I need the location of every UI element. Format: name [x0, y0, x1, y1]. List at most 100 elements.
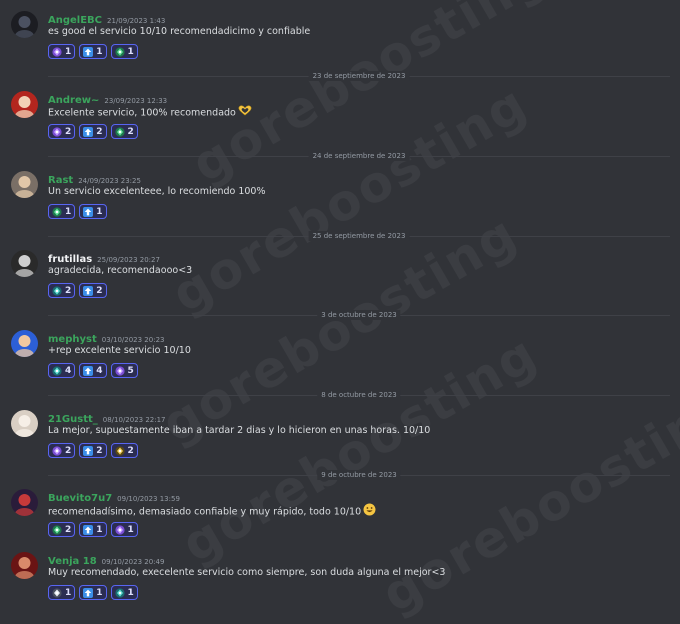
- blue-arrow-icon: [83, 206, 94, 217]
- message-content: Muy recomendado, execelente servicio com…: [48, 566, 445, 580]
- reaction-button[interactable]: 5: [110, 363, 138, 378]
- teal-rank-icon: [52, 365, 62, 376]
- purple-rank-icon: [114, 524, 125, 535]
- blue-arrow-icon: [83, 587, 94, 598]
- reaction-button[interactable]: 2: [48, 283, 76, 298]
- reaction-count: 1: [127, 46, 134, 57]
- date-divider: 9 de octubre de 2023: [48, 470, 670, 480]
- green-rank-icon: [52, 206, 62, 217]
- date-divider-label: 3 de octubre de 2023: [317, 310, 401, 320]
- message-text: recomendadísimo, demasiado confiable y m…: [48, 506, 362, 518]
- timestamp: 09/10/2023 20:49: [101, 558, 165, 566]
- message-text: es good el servicio 10/10 recomendadicim…: [48, 26, 311, 37]
- reaction-bar: 2 2 2: [48, 124, 138, 139]
- reaction-count: 1: [65, 587, 72, 598]
- reaction-button[interactable]: 1: [110, 522, 138, 537]
- reaction-count: 2: [127, 126, 134, 137]
- reaction-button[interactable]: 2: [110, 124, 138, 139]
- reaction-bar: 22: [48, 283, 107, 298]
- date-divider-label: 25 de septiembre de 2023: [308, 231, 410, 241]
- reaction-button[interactable]: 1: [79, 44, 107, 59]
- blue-arrow-icon: [83, 524, 94, 535]
- reaction-count: 1: [65, 46, 72, 57]
- date-divider: 3 de octubre de 2023: [48, 310, 670, 320]
- reaction-button[interactable]: 2: [79, 443, 107, 458]
- reaction-button[interactable]: 1: [48, 44, 76, 59]
- reaction-button[interactable]: 1: [79, 522, 107, 537]
- timestamp: 08/10/2023 22:17: [102, 416, 166, 424]
- reaction-bar: 2 2 2: [48, 443, 138, 458]
- date-divider-label: 24 de septiembre de 2023: [308, 151, 410, 161]
- message-content: Un servicio excelenteee, lo recomiendo 1…: [48, 185, 265, 199]
- reaction-button[interactable]: 1: [79, 585, 107, 600]
- sonic-avatar-icon[interactable]: [11, 330, 38, 357]
- dark-avatar-icon[interactable]: [11, 11, 38, 38]
- message-content: +rep excelente servicio 10/10: [48, 344, 191, 358]
- reaction-button[interactable]: 1: [110, 44, 138, 59]
- grin-emoji-icon: [363, 503, 376, 521]
- reaction-count: 2: [65, 285, 72, 296]
- reaction-bar: 1 1 1: [48, 44, 138, 59]
- reaction-button[interactable]: 4: [48, 363, 76, 378]
- reaction-button[interactable]: 1: [79, 204, 107, 219]
- face-avatar-icon[interactable]: [11, 171, 38, 198]
- timestamp: 24/09/2023 23:25: [78, 177, 141, 185]
- reaction-button[interactable]: 4: [79, 363, 107, 378]
- reaction-button[interactable]: 2: [79, 124, 107, 139]
- santa-avatar-icon[interactable]: [11, 91, 38, 118]
- reaction-count: 2: [65, 524, 72, 535]
- heart-hands-emoji-icon: [238, 105, 252, 121]
- reaction-button[interactable]: 2: [79, 283, 107, 298]
- date-divider: 23 de septiembre de 2023: [48, 71, 670, 81]
- yellow-rank-icon: [114, 445, 125, 456]
- reaction-count: 2: [96, 126, 103, 137]
- reaction-bar: 4 4 5: [48, 363, 138, 378]
- hero-avatar-icon[interactable]: [11, 489, 38, 516]
- date-divider: 25 de septiembre de 2023: [48, 231, 670, 241]
- reaction-button[interactable]: 1: [110, 585, 138, 600]
- dog-avatar-icon[interactable]: [11, 410, 38, 437]
- white-rank-icon: [52, 587, 62, 598]
- reaction-button[interactable]: 2: [48, 124, 76, 139]
- blue-arrow-icon: [83, 445, 94, 456]
- reaction-bar: 1 1 1: [48, 585, 138, 600]
- teal-rank-icon: [114, 587, 125, 598]
- message-text: Un servicio excelenteee, lo recomiendo 1…: [48, 186, 266, 197]
- timestamp: 25/09/2023 20:27: [97, 256, 160, 264]
- teal-rank-icon: [52, 285, 62, 296]
- reaction-count: 2: [127, 445, 134, 456]
- reaction-button[interactable]: 2: [110, 443, 138, 458]
- green-rank-icon: [52, 524, 62, 535]
- timestamp: 23/09/2023 12:33: [104, 97, 168, 105]
- date-divider-label: 8 de octubre de 2023: [317, 390, 401, 400]
- reaction-count: 5: [127, 365, 134, 376]
- date-divider: 8 de octubre de 2023: [48, 390, 670, 400]
- reaction-count: 1: [96, 524, 103, 535]
- message-text: agradecida, recomendaooo<3: [48, 265, 193, 276]
- reaction-button[interactable]: 2: [48, 522, 76, 537]
- reaction-count: 1: [96, 46, 103, 57]
- reaction-count: 1: [127, 524, 134, 535]
- blue-arrow-icon: [83, 285, 94, 296]
- bw-avatar-icon[interactable]: [11, 250, 38, 277]
- reaction-count: 1: [96, 206, 103, 217]
- reaction-count: 2: [96, 445, 103, 456]
- watermark-text: goreboosting: [152, 204, 528, 454]
- reaction-count: 1: [127, 587, 134, 598]
- purple-rank-icon: [52, 46, 62, 57]
- reaction-bar: 11: [48, 204, 107, 219]
- date-divider-label: 9 de octubre de 2023: [317, 470, 401, 480]
- message-text: +rep excelente servicio 10/10: [48, 345, 191, 356]
- watermark-text: goreboosting: [172, 324, 548, 574]
- red-avatar-icon[interactable]: [11, 552, 38, 579]
- reaction-count: 2: [65, 126, 72, 137]
- date-divider: 24 de septiembre de 2023: [48, 151, 670, 161]
- message-content: agradecida, recomendaooo<3: [48, 264, 192, 278]
- message-content: recomendadísimo, demasiado confiable y m…: [48, 503, 376, 521]
- reaction-button[interactable]: 1: [48, 204, 76, 219]
- reaction-button[interactable]: 2: [48, 443, 76, 458]
- message-content: La mejor, supuestamente iban a tardar 2 …: [48, 424, 430, 438]
- reaction-count: 1: [65, 206, 72, 217]
- reaction-button[interactable]: 1: [48, 585, 76, 600]
- message-text: La mejor, supuestamente iban a tardar 2 …: [48, 425, 431, 436]
